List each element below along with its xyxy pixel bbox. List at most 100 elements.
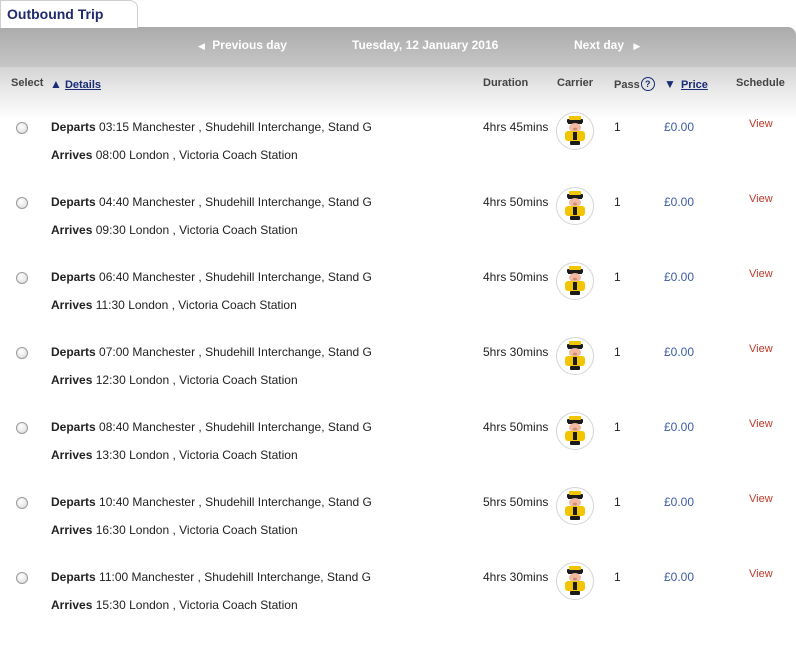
departure-time: 07:00 <box>99 345 130 359</box>
arrival-time: 09:30 <box>95 223 126 237</box>
journey-price: £0.00 <box>664 420 695 434</box>
megabus-mascot-icon <box>556 112 594 150</box>
journey-row: Departs 07:00 Manchester , Shudehill Int… <box>0 337 796 420</box>
journey-select-radio[interactable] <box>16 572 28 584</box>
arrival-time: 16:30 <box>95 523 126 537</box>
departure-time: 08:40 <box>99 420 130 434</box>
journey-row: Departs 03:15 Manchester , Shudehill Int… <box>0 112 796 195</box>
passenger-count: 1 <box>614 120 621 134</box>
arrives-label: Arrives <box>51 223 93 237</box>
journey-duration: 4hrs 45mins <box>483 120 549 134</box>
outbound-trip-tab[interactable]: Outbound Trip <box>0 0 138 28</box>
passenger-count: 1 <box>614 345 621 359</box>
departs-label: Departs <box>51 495 96 509</box>
previous-day-button[interactable]: ◀ Previous day <box>198 38 287 52</box>
arrival-line: Arrives 09:30 London , Victoria Coach St… <box>51 223 298 237</box>
arrival-place: London , Victoria Coach Station <box>129 448 298 462</box>
departure-line: Departs 07:00 Manchester , Shudehill Int… <box>51 345 372 359</box>
journey-duration: 4hrs 50mins <box>483 195 549 209</box>
departure-place: Manchester , Shudehill Interchange, Stan… <box>132 345 372 359</box>
duration-header: Duration <box>483 77 529 89</box>
carrier-header: Carrier <box>557 77 594 89</box>
journey-row: Departs 06:40 Manchester , Shudehill Int… <box>0 262 796 345</box>
sort-down-icon: ▼ <box>664 77 676 91</box>
departure-place: Manchester , Shudehill Interchange, Stan… <box>132 495 372 509</box>
sort-up-icon: ▲ <box>50 77 62 91</box>
help-icon[interactable]: ? <box>640 77 655 91</box>
megabus-mascot-icon <box>556 337 594 375</box>
next-day-label: Next day <box>574 38 625 52</box>
view-schedule-link[interactable]: View <box>749 493 773 505</box>
departs-label: Departs <box>51 195 96 209</box>
departs-label: Departs <box>51 120 96 134</box>
arrival-place: London , Victoria Coach Station <box>129 598 298 612</box>
journey-select-radio[interactable] <box>16 197 28 209</box>
journey-select-radio[interactable] <box>16 422 28 434</box>
arrives-label: Arrives <box>51 373 93 387</box>
journey-duration: 5hrs 50mins <box>483 495 549 509</box>
journey-select-radio[interactable] <box>16 122 28 134</box>
journey-price: £0.00 <box>664 270 695 284</box>
journey-duration: 4hrs 50mins <box>483 420 549 434</box>
arrives-label: Arrives <box>51 148 93 162</box>
departure-line: Departs 06:40 Manchester , Shudehill Int… <box>51 270 372 284</box>
journey-select-radio[interactable] <box>16 347 28 359</box>
arrival-line: Arrives 15:30 London , Victoria Coach St… <box>51 598 298 612</box>
arrival-place: London , Victoria Coach Station <box>128 298 297 312</box>
journey-select-radio[interactable] <box>16 497 28 509</box>
megabus-mascot-icon <box>556 487 594 525</box>
arrival-place: London , Victoria Coach Station <box>129 373 298 387</box>
view-schedule-link[interactable]: View <box>749 193 773 205</box>
header-gradient <box>0 62 796 120</box>
megabus-mascot-icon <box>556 562 594 600</box>
tab-title: Outbound Trip <box>7 6 104 22</box>
view-schedule-link[interactable]: View <box>749 343 773 355</box>
departure-line: Departs 04:40 Manchester , Shudehill Int… <box>51 195 372 209</box>
departure-place: Manchester , Shudehill Interchange, Stan… <box>132 195 372 209</box>
departure-line: Departs 03:15 Manchester , Shudehill Int… <box>51 120 372 134</box>
arrival-line: Arrives 11:30 London , Victoria Coach St… <box>51 298 297 312</box>
schedule-header: Schedule <box>736 77 785 89</box>
next-day-button[interactable]: Next day ▶ <box>574 38 640 52</box>
journey-price: £0.00 <box>664 495 695 509</box>
megabus-mascot-icon <box>556 187 594 225</box>
departure-line: Departs 08:40 Manchester , Shudehill Int… <box>51 420 372 434</box>
price-link[interactable]: Price <box>681 79 708 91</box>
previous-day-label: Previous day <box>212 38 287 52</box>
departure-place: Manchester , Shudehill Interchange, Stan… <box>132 420 372 434</box>
view-schedule-link[interactable]: View <box>749 568 773 580</box>
details-sort-header[interactable]: ▲ Details <box>50 77 101 91</box>
arrival-line: Arrives 12:30 London , Victoria Coach St… <box>51 373 298 387</box>
view-schedule-link[interactable]: View <box>749 268 773 280</box>
arrival-time: 11:30 <box>95 298 125 312</box>
chevron-left-icon: ◀ <box>198 41 205 51</box>
journey-select-radio[interactable] <box>16 272 28 284</box>
departure-time: 03:15 <box>99 120 130 134</box>
select-header: Select <box>11 77 44 89</box>
journey-row: Departs 08:40 Manchester , Shudehill Int… <box>0 412 796 495</box>
arrives-label: Arrives <box>51 298 93 312</box>
departs-label: Departs <box>51 270 96 284</box>
view-schedule-link[interactable]: View <box>749 418 773 430</box>
passenger-count: 1 <box>614 270 621 284</box>
journey-price: £0.00 <box>664 345 695 359</box>
price-sort-header[interactable]: ▼ Price <box>664 77 708 91</box>
view-schedule-link[interactable]: View <box>749 118 773 130</box>
details-link[interactable]: Details <box>65 79 101 91</box>
journey-price: £0.00 <box>664 570 695 584</box>
journey-price: £0.00 <box>664 120 695 134</box>
arrival-line: Arrives 13:30 London , Victoria Coach St… <box>51 448 298 462</box>
arrival-place: London , Victoria Coach Station <box>129 148 298 162</box>
departure-time: 06:40 <box>99 270 130 284</box>
arrives-label: Arrives <box>51 523 93 537</box>
journey-row: Departs 10:40 Manchester , Shudehill Int… <box>0 487 796 570</box>
arrives-label: Arrives <box>51 598 93 612</box>
departure-place: Manchester , Shudehill Interchange, Stan… <box>132 120 372 134</box>
passenger-count: 1 <box>614 570 621 584</box>
pass-header-label: Pass <box>614 79 640 91</box>
departure-time: 11:00 <box>99 570 129 584</box>
departs-label: Departs <box>51 420 96 434</box>
passenger-count: 1 <box>614 420 621 434</box>
pass-header: Pass? <box>614 77 655 91</box>
megabus-mascot-icon <box>556 412 594 450</box>
